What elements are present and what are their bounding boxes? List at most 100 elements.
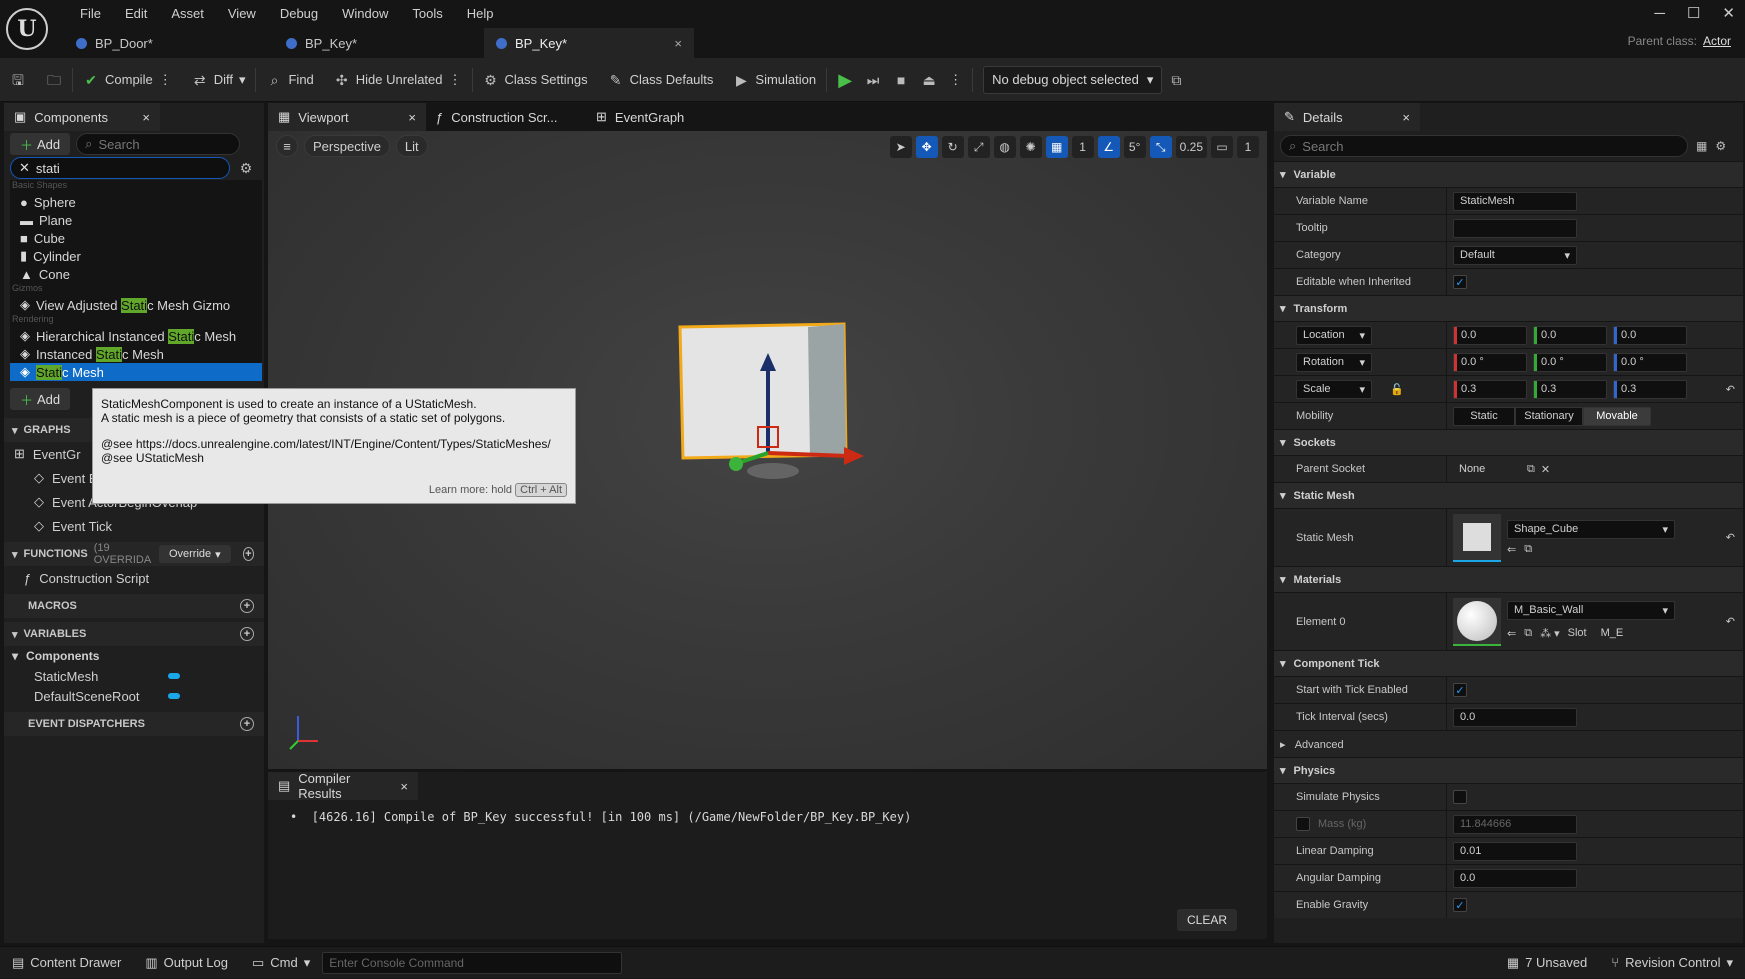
console-command-input[interactable]: Enter Console Command [322,951,623,974]
section-component-tick[interactable]: ▾ Component Tick [1274,650,1743,676]
rotation-y[interactable]: 0.0 ° [1533,352,1607,372]
rotation-z[interactable]: 0.0 ° [1613,352,1687,372]
list-item-static-mesh[interactable]: ◈ Static Mesh [10,363,262,381]
details-search-input[interactable]: ⌕ Search [1280,135,1688,157]
angular-damping-input[interactable]: 0.0 [1453,868,1577,888]
event-tick[interactable]: ◇ Event Tick [4,514,264,538]
details-tab[interactable]: ✎ Details × [1274,103,1420,131]
clear-icon[interactable]: ✕ [1541,463,1550,476]
variable-staticmesh[interactable]: StaticMesh [4,666,264,686]
revision-control-button[interactable]: ⑂ Revision Control ▾ [1599,947,1745,979]
menu-file[interactable]: File [68,6,113,21]
class-settings-button[interactable]: ⚙ Class Settings [473,58,598,102]
browse-icon[interactable]: ⧉ [1524,543,1532,556]
add-variable-icon[interactable]: + [240,627,254,641]
list-item-cube[interactable]: ■ Cube [10,229,262,247]
mobility-movable[interactable]: Movable [1583,406,1651,426]
construction-script-item[interactable]: ƒ Construction Script [4,566,264,590]
debug-filter-icon[interactable]: ⧉ [1168,72,1184,88]
tab-bp-key-active[interactable]: BP_Key* × [484,28,694,58]
use-selected-icon[interactable]: ⇐ [1507,543,1516,556]
menu-help[interactable]: Help [455,6,506,21]
location-y[interactable]: 0.0 [1533,325,1607,345]
list-item-cylinder[interactable]: ▮ Cylinder [10,247,262,265]
tick-interval-input[interactable]: 0.0 [1453,707,1577,727]
components-tab[interactable]: ▣ Components × [4,103,160,131]
browse-icon[interactable]: ⧉ [1524,627,1532,640]
add-component-button[interactable]: ＋ Add [10,133,71,155]
category-dropdown[interactable]: Default ▾ [1453,245,1577,265]
close-tab-icon[interactable]: × [142,110,150,125]
scale-y[interactable]: 0.3 [1533,379,1607,399]
unsaved-button[interactable]: ▦ 7 Unsaved [1495,947,1599,979]
stop-icon[interactable]: ■ [893,72,909,88]
list-item-hism[interactable]: ◈ Hierarchical Instanced Static Mesh [10,327,262,345]
diff-button[interactable]: ⇄ Diff ▾ [182,58,256,102]
functions-section[interactable]: ▾ FUNCTIONS (19 OVERRIDA Override ▾ + [4,542,264,566]
eject-icon[interactable]: ⏏ [921,72,937,88]
tooltip-input[interactable] [1453,218,1577,238]
reset-icon[interactable]: ↶ [1726,383,1735,396]
unreal-logo-icon[interactable]: U [6,8,48,50]
variable-name-input[interactable]: StaticMesh [1453,191,1577,211]
menu-asset[interactable]: Asset [159,6,216,21]
add-dispatcher-icon[interactable]: + [240,717,254,731]
step-icon[interactable]: ⏭ [865,72,881,88]
menu-window[interactable]: Window [330,6,400,21]
simulation-button[interactable]: ▶ Simulation [723,58,826,102]
start-tick-checkbox[interactable]: ✓ [1453,683,1467,697]
linear-damping-input[interactable]: 0.01 [1453,841,1577,861]
gear-icon[interactable]: ⚙ [1715,139,1726,153]
close-tab-icon[interactable]: × [1402,110,1410,125]
class-defaults-button[interactable]: ✎ Class Defaults [598,58,724,102]
parent-socket-value[interactable]: None [1453,459,1521,479]
find-button[interactable]: ⌕ Find [256,58,323,102]
variable-defaultsceneroot[interactable]: DefaultSceneRoot [4,686,264,706]
section-static-mesh[interactable]: ▾ Static Mesh [1274,482,1743,508]
menu-edit[interactable]: Edit [113,6,159,21]
menu-tools[interactable]: Tools [400,6,454,21]
section-physics[interactable]: ▾ Physics [1274,757,1743,783]
material-dropdown[interactable]: M_Basic_Wall ▾ [1507,600,1675,620]
components-category[interactable]: ▾ Components [4,646,264,666]
simulate-physics-checkbox[interactable] [1453,790,1467,804]
rotation-dropdown[interactable]: Rotation ▾ [1296,352,1372,372]
gear-icon[interactable]: ⚙ [238,160,254,176]
scale-dropdown[interactable]: Scale ▾ [1296,379,1372,399]
material-thumbnail[interactable] [1453,597,1501,646]
close-tab-icon[interactable]: × [674,36,682,51]
hide-unrelated-button[interactable]: ✣ Hide Unrelated ⋮ [324,58,472,102]
compile-button[interactable]: ✔ Compile ⋮ [73,58,182,102]
section-materials[interactable]: ▾ Materials [1274,566,1743,592]
mobility-stationary[interactable]: Stationary [1515,406,1583,426]
row-advanced[interactable]: ▸ Advanced [1274,730,1743,757]
mass-override-checkbox[interactable] [1296,817,1310,831]
browse-icon[interactable]: ⧉ [1527,463,1535,476]
list-item-gizmo[interactable]: ◈ View Adjusted Static Mesh Gizmo [10,296,262,314]
location-z[interactable]: 0.0 [1613,325,1687,345]
reset-icon[interactable]: ↶ [1726,531,1735,544]
list-item-sphere[interactable]: ● Sphere [10,193,262,211]
mobility-static[interactable]: Static [1453,406,1515,426]
debug-object-dropdown[interactable]: No debug object selected ▾ [983,65,1163,94]
rotation-x[interactable]: 0.0 ° [1453,352,1527,372]
clear-button[interactable]: CLEAR [1176,909,1237,931]
macros-section[interactable]: MACROS + [4,594,264,618]
material-options-icon[interactable]: ⁂ ▾ [1540,627,1560,640]
list-item-cone[interactable]: ▲ Cone [10,265,262,283]
use-selected-icon[interactable]: ⇐ [1507,627,1516,640]
components-search-input[interactable]: ⌕ Search [76,133,241,155]
reset-icon[interactable]: ↶ [1726,615,1735,628]
content-drawer-button[interactable]: ▤ Content Drawer [0,947,133,979]
add-function-icon[interactable]: + [242,547,254,561]
scale-z[interactable]: 0.3 [1613,379,1687,399]
menu-debug[interactable]: Debug [268,6,330,21]
section-sockets[interactable]: ▾ Sockets [1274,429,1743,455]
maximize-icon[interactable]: ☐ [1687,4,1700,22]
close-window-icon[interactable]: ✕ [1722,4,1735,22]
variables-section[interactable]: ▾ VARIABLES + [4,622,264,646]
more-icon[interactable]: ⋮ [449,72,462,88]
mybp-add-button[interactable]: ＋ Add [10,388,71,410]
tab-bp-key[interactable]: BP_Key* [274,28,484,58]
editable-checkbox[interactable]: ✓ [1453,275,1467,289]
